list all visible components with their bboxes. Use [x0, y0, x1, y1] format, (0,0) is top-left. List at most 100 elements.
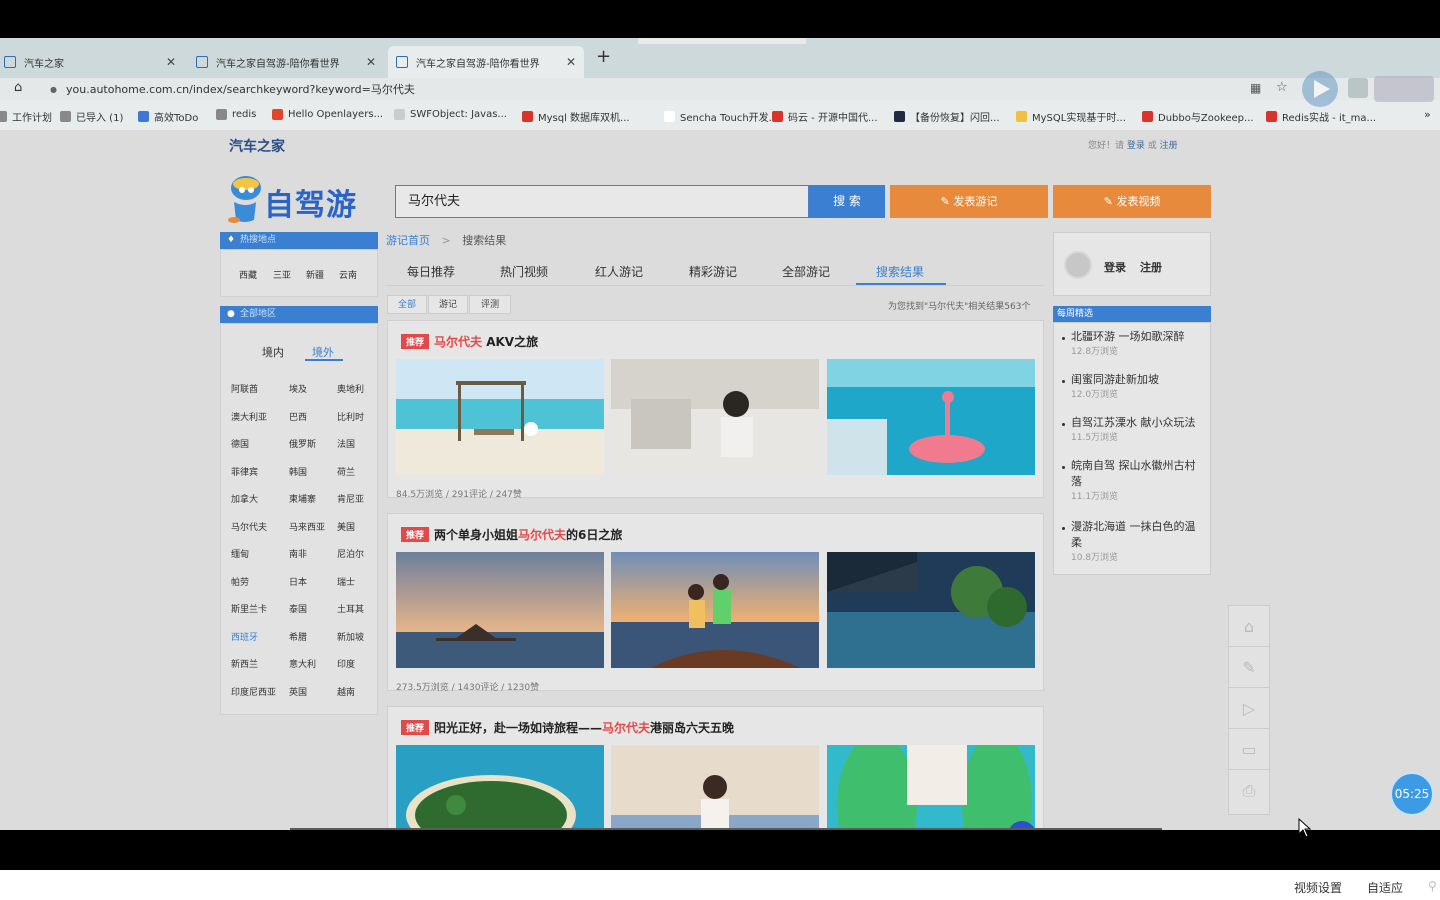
nav-tab[interactable]: 每日推荐 — [407, 263, 455, 280]
bookmark-item[interactable]: Mysql 数据库双机... — [522, 109, 630, 124]
timer-badge[interactable]: 05:25 — [1390, 772, 1434, 816]
bookmark-item[interactable]: Sencha Touch开发... — [664, 109, 778, 124]
result-thumbnail[interactable] — [827, 552, 1035, 668]
tab-autohome[interactable]: 汽车之家 ✕ — [0, 46, 184, 78]
bookmark-item[interactable]: Redis实战 - it_ma... — [1266, 109, 1376, 124]
result-title[interactable]: 推荐 马尔代夫 AKV之旅 — [401, 333, 538, 350]
country-link[interactable]: 新西兰 — [231, 657, 258, 670]
weekly-item[interactable]: 北疆环游 一场如歌深醉 12.8万浏览 — [1062, 329, 1206, 359]
star-icon[interactable]: ☆ — [1276, 80, 1288, 95]
country-link[interactable]: 澳大利亚 — [231, 410, 267, 423]
url-field[interactable]: ● you.autohome.com.cn/index/searchkeywor… — [50, 81, 1280, 98]
country-link[interactable]: 巴西 — [289, 410, 307, 423]
country-link[interactable]: 印度 — [337, 657, 355, 670]
search-input[interactable]: 马尔代夫 — [395, 185, 809, 218]
country-link[interactable]: 阿联酋 — [231, 382, 258, 395]
result-card[interactable]: 推荐 两个单身小姐姐 马尔代夫 的6日之旅 273.5万浏览 / 1430评论 / 12… — [387, 513, 1044, 693]
country-link[interactable]: 奥地利 — [337, 382, 364, 395]
result-title[interactable]: 推荐 两个单身小姐姐 马尔代夫 的6日之旅 — [401, 526, 622, 543]
home-icon[interactable]: ⌂ — [14, 80, 22, 95]
bookmark-item[interactable]: 码云 - 开源中国代... — [772, 109, 878, 124]
close-icon[interactable]: ✕ — [366, 55, 376, 69]
breadcrumb-home-link[interactable]: 游记首页 — [386, 234, 430, 247]
country-link[interactable]: 南非 — [289, 547, 307, 560]
country-link[interactable]: 马来西亚 — [289, 520, 325, 533]
country-link[interactable]: 韩国 — [289, 465, 307, 478]
country-link[interactable]: 肯尼亚 — [337, 492, 364, 505]
close-icon[interactable]: ✕ — [166, 55, 176, 69]
result-thumbnail[interactable] — [827, 745, 1035, 830]
country-link[interactable]: 日本 — [289, 575, 307, 588]
country-link[interactable]: 英国 — [289, 685, 307, 698]
bookmark-item[interactable]: Hello Openlayers... — [272, 109, 383, 120]
result-thumbnail[interactable] — [611, 745, 819, 830]
tab-selfdrive-2[interactable]: 汽车之家自驾游-陪你看世界 ✕ — [388, 46, 584, 78]
logo-text[interactable]: 自驾游 — [264, 180, 357, 224]
country-link[interactable]: 法国 — [337, 437, 355, 450]
nav-tab[interactable]: 全部游记 — [782, 263, 830, 280]
fit-button[interactable]: 自适应 — [1367, 879, 1403, 896]
country-link[interactable]: 荷兰 — [337, 465, 355, 478]
country-link[interactable]: 土耳其 — [337, 602, 364, 615]
filter-travel[interactable]: 游记 — [428, 295, 468, 314]
register-link[interactable]: 注册 — [1140, 259, 1162, 275]
new-tab-icon[interactable]: + — [596, 46, 611, 67]
result-thumbnail[interactable] — [396, 359, 604, 475]
header-register-link[interactable]: 注册 — [1160, 141, 1178, 151]
nav-tab[interactable]: 精彩游记 — [689, 263, 737, 280]
post-travel-button[interactable]: ✎ 发表游记 — [890, 185, 1048, 218]
nav-tab[interactable]: 热门视频 — [500, 263, 548, 280]
monitor-icon[interactable]: ▭ — [1229, 729, 1269, 770]
login-link[interactable]: 登录 — [1104, 259, 1126, 275]
country-link[interactable]: 越南 — [337, 685, 355, 698]
hot-place-link[interactable]: 三亚 — [273, 268, 291, 281]
country-link[interactable]: 比利时 — [337, 410, 364, 423]
result-title[interactable]: 推荐 阳光正好，赴一场如诗旅程—— 马尔代夫 港丽岛六天五晚 — [401, 719, 734, 736]
result-thumbnail[interactable] — [396, 552, 604, 668]
hot-place-link[interactable]: 西藏 — [239, 268, 257, 281]
country-link[interactable]: 俄罗斯 — [289, 437, 316, 450]
site-logo[interactable]: 汽车之家 — [229, 136, 285, 156]
nav-tab[interactable]: 红人游记 — [595, 263, 643, 280]
result-thumbnail[interactable] — [827, 359, 1035, 475]
country-link[interactable]: 马尔代夫 — [231, 520, 267, 533]
country-link[interactable]: 柬埔寨 — [289, 492, 316, 505]
result-thumbnail[interactable] — [396, 745, 604, 830]
country-link[interactable]: 尼泊尔 — [337, 547, 364, 560]
hot-place-link[interactable]: 云南 — [339, 268, 357, 281]
bookmark-item[interactable]: redis — [216, 109, 256, 120]
home-icon[interactable]: ⌂ — [1229, 606, 1269, 647]
weekly-item[interactable]: 皖南自驾 探山水徽州古村落 11.1万浏览 — [1062, 458, 1206, 504]
weekly-item[interactable]: 漫游北海道 一抹白色的温柔 10.8万浏览 — [1062, 519, 1206, 565]
country-link[interactable]: 瑞士 — [337, 575, 355, 588]
country-link[interactable]: 印度尼西亚 — [231, 685, 276, 698]
bookmark-item[interactable]: Dubbo与Zookeep... — [1142, 109, 1254, 124]
country-link[interactable]: 美国 — [337, 520, 355, 533]
country-link[interactable]: 帕劳 — [231, 575, 249, 588]
country-link[interactable]: 新加坡 — [337, 630, 364, 643]
header-login-link[interactable]: 登录 — [1127, 141, 1145, 151]
bookmark-item[interactable]: SWFObject: Javas... — [394, 109, 507, 120]
bookmark-item[interactable]: 工作计划 — [0, 109, 52, 124]
country-link[interactable]: 希腊 — [289, 630, 307, 643]
edit-icon[interactable]: ✎ — [1229, 647, 1269, 688]
country-link[interactable]: 埃及 — [289, 382, 307, 395]
hot-place-link[interactable]: 新疆 — [306, 268, 324, 281]
result-card[interactable]: 推荐 马尔代夫 AKV之旅 84.5万浏览 / 291评论 / 247赞 — [387, 320, 1044, 500]
country-link[interactable]: 德国 — [231, 437, 249, 450]
weekly-item[interactable]: 闺蜜同游赴新加坡 12.0万浏览 — [1062, 372, 1206, 402]
filter-review[interactable]: 评测 — [469, 295, 511, 314]
weekly-item[interactable]: 自驾江苏溧水 献小众玩法 11.5万浏览 — [1062, 415, 1206, 445]
region-tab-overseas[interactable]: 境外 — [312, 344, 334, 360]
nav-tab[interactable]: 搜索结果 — [876, 263, 924, 280]
country-link[interactable]: 菲律宾 — [231, 465, 258, 478]
post-video-button[interactable]: ✎ 发表视频 — [1053, 185, 1211, 218]
result-card[interactable]: 推荐 阳光正好，赴一场如诗旅程—— 马尔代夫 港丽岛六天五晚 — [387, 706, 1044, 830]
result-thumbnail[interactable] — [611, 359, 819, 475]
pin-icon[interactable]: ⚲ — [1428, 879, 1437, 893]
country-link[interactable]: 斯里兰卡 — [231, 602, 267, 615]
tab-selfdrive-1[interactable]: 汽车之家自驾游-陪你看世界 ✕ — [188, 46, 384, 78]
search-button[interactable]: 搜 索 — [809, 185, 885, 218]
country-link[interactable]: 缅甸 — [231, 547, 249, 560]
bookmark-item[interactable]: 已导入 (1) — [60, 109, 123, 124]
